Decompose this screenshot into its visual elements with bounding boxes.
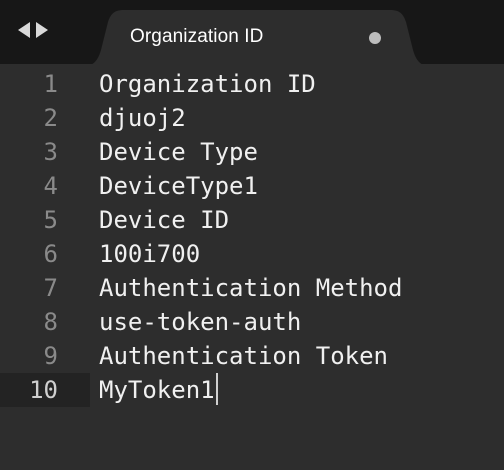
- line-text: Device Type: [99, 135, 258, 169]
- code-line[interactable]: 7 Authentication Method: [0, 271, 504, 305]
- tab-organization-id[interactable]: Organization ID: [84, 10, 430, 66]
- text-editor[interactable]: 1 Organization ID 2 djuoj2 3 Device Type 4 Devi…: [0, 64, 504, 470]
- code-line[interactable]: 6 100i700: [0, 237, 504, 271]
- code-line[interactable]: 5 Device ID: [0, 203, 504, 237]
- line-text-content: DeviceType1: [99, 172, 258, 200]
- tab-bar: Organization ID: [0, 0, 504, 66]
- line-text-content: 100i700: [99, 240, 201, 268]
- line-text: MyToken1: [99, 373, 218, 407]
- line-number: 2: [43, 104, 58, 132]
- editor-window: Organization ID 1 Organization ID 2 djuoj2 3…: [0, 0, 504, 470]
- line-text: 100i700: [99, 237, 200, 271]
- code-line[interactable]: 3 Device Type: [0, 135, 504, 169]
- line-text-content: MyToken1: [99, 376, 215, 404]
- next-tab-icon[interactable]: [36, 22, 48, 38]
- line-text-content: Device ID: [99, 206, 230, 234]
- line-number: 7: [43, 274, 58, 302]
- tab-navigation: [18, 22, 48, 38]
- line-number: 5: [43, 206, 58, 234]
- line-text-content: Device Type: [99, 138, 258, 166]
- line-text: Device ID: [99, 203, 229, 237]
- line-text: Organization ID: [99, 67, 316, 101]
- code-line[interactable]: 9 Authentication Token: [0, 339, 504, 373]
- line-text: djuoj2: [99, 101, 186, 135]
- code-line[interactable]: 10 MyToken1: [0, 373, 504, 407]
- code-line[interactable]: 4 DeviceType1: [0, 169, 504, 203]
- code-line[interactable]: 1 Organization ID: [0, 67, 504, 101]
- code-line[interactable]: 2 djuoj2: [0, 101, 504, 135]
- line-text-content: Authentication Method: [99, 274, 403, 302]
- line-text: Authentication Method: [99, 271, 402, 305]
- line-text-content: Organization ID: [99, 70, 316, 98]
- line-number: 10: [29, 376, 58, 404]
- line-text: Authentication Token: [99, 339, 388, 373]
- tab-title: Organization ID: [130, 26, 264, 47]
- unsaved-dot-icon[interactable]: [369, 32, 381, 44]
- line-number: 6: [43, 240, 58, 268]
- line-number: 3: [43, 138, 58, 166]
- line-text: use-token-auth: [99, 305, 301, 339]
- line-number: 8: [43, 308, 58, 336]
- line-number: 9: [43, 342, 58, 370]
- line-text-content: Authentication Token: [99, 342, 388, 370]
- line-text-content: djuoj2: [99, 104, 186, 132]
- line-text: DeviceType1: [99, 169, 258, 203]
- text-cursor: [215, 373, 218, 405]
- line-number: 4: [43, 172, 58, 200]
- previous-tab-icon[interactable]: [18, 22, 30, 38]
- line-text-content: use-token-auth: [99, 308, 302, 336]
- line-number: 1: [43, 70, 58, 98]
- code-line[interactable]: 8 use-token-auth: [0, 305, 504, 339]
